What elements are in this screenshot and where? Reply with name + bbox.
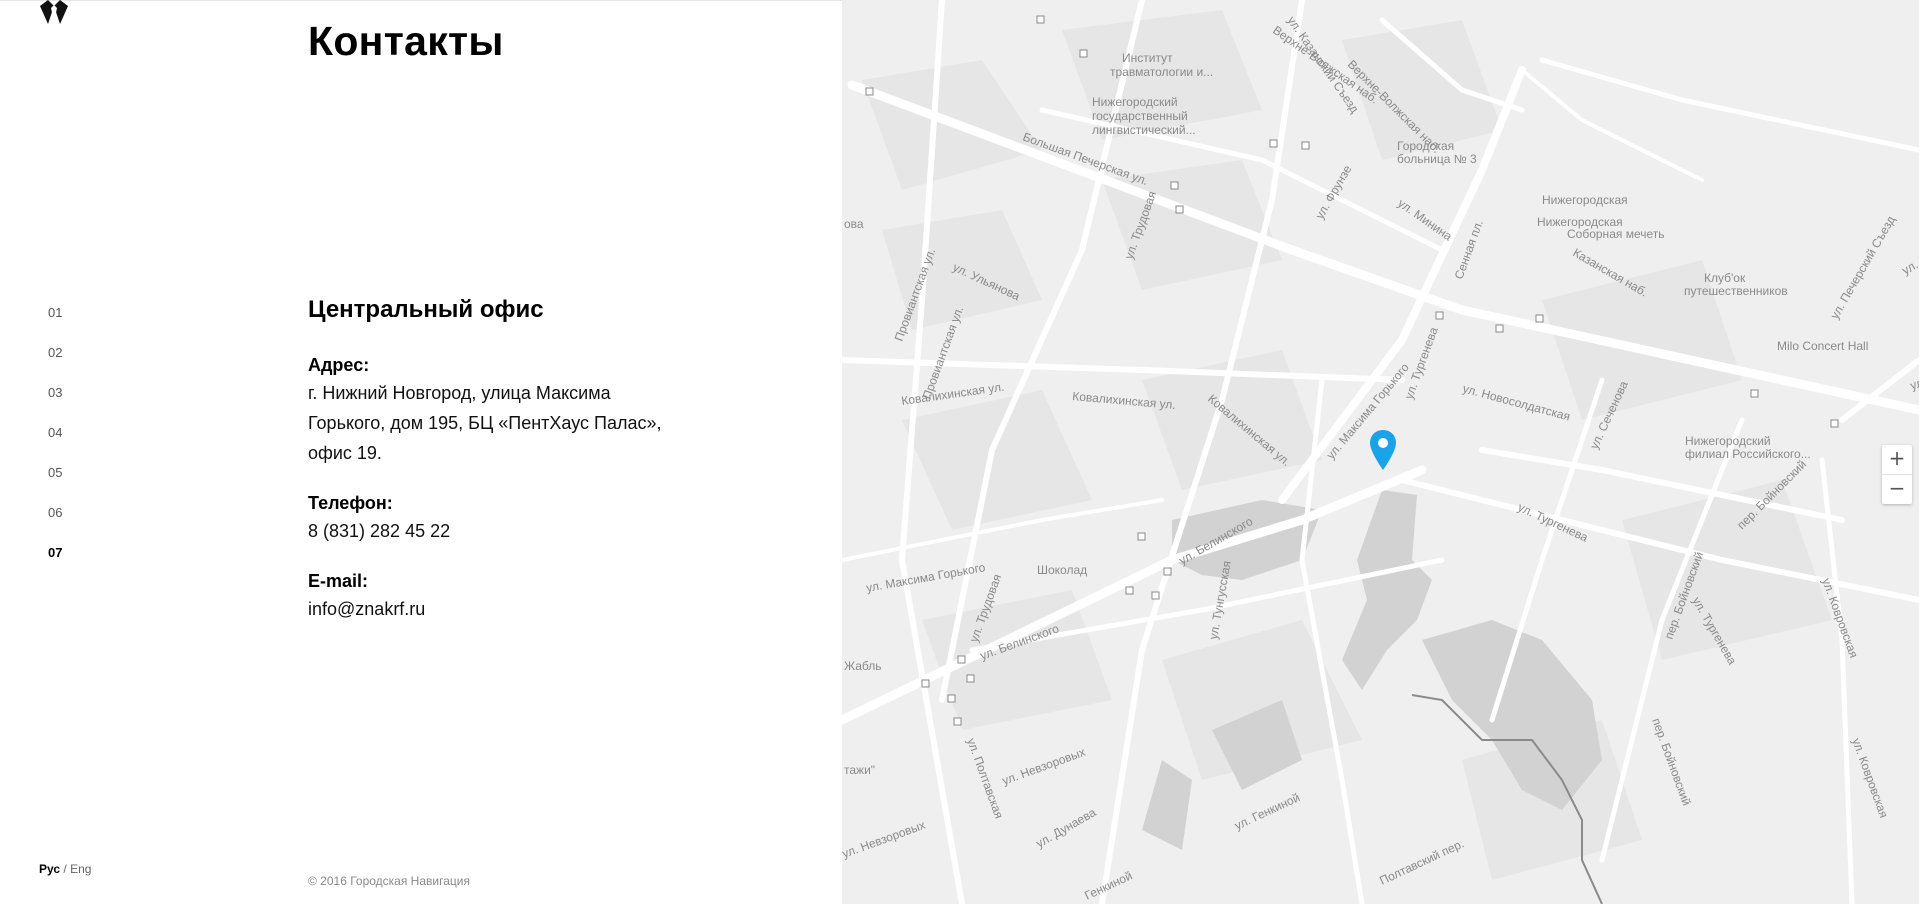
lang-ru[interactable]: Рус [39, 862, 60, 876]
address-label: Адрес: [308, 355, 370, 375]
logo-icon[interactable] [38, 0, 70, 26]
map-street-label: Соборная мечеть [1567, 227, 1665, 241]
map-street-label: Жабль [844, 659, 881, 673]
section-nav-item-04[interactable]: 04 [48, 420, 62, 460]
phone-label: Телефон: [308, 493, 393, 513]
map-street-label: Milo Concert Hall [1777, 339, 1868, 353]
section-nav-item-01[interactable]: 01 [48, 300, 62, 340]
map-street-label: травматологии и... [1110, 65, 1213, 79]
section-nav-item-07[interactable]: 07 [48, 540, 62, 580]
map-street-label: Шоколад [1037, 563, 1087, 577]
zoom-out-button[interactable]: − [1882, 475, 1912, 504]
map-street-label: филиал Российского... [1685, 447, 1811, 461]
map-street-label: ова [844, 217, 864, 231]
language-switcher: Рус / Eng [39, 862, 91, 876]
office-info: Центральный офис Адрес: г. Нижний Новгор… [308, 296, 708, 646]
page-title: Контакты [308, 18, 504, 64]
email-link[interactable]: info@znakrf.ru [308, 599, 425, 619]
map[interactable]: ул. Казанский Съезд Верхне-Волжская наб. И… [842, 0, 1919, 904]
address-line: офис 19. [308, 443, 382, 463]
zoom-in-button[interactable]: + [1882, 445, 1912, 474]
address-line: Горького, дом 195, БЦ «ПентХаус Палас», [308, 413, 662, 433]
map-street-label: Институт [1122, 51, 1173, 65]
phone-block: Телефон: 8 (831) 282 45 22 [308, 490, 708, 546]
map-street-label: тажи" [844, 763, 875, 777]
map-street-label: лингвистический... [1092, 123, 1196, 137]
map-street-label: больница № 3 [1397, 152, 1477, 166]
address-line: г. Нижний Новгород, улица Максима [308, 383, 611, 403]
location-pin-icon[interactable] [1366, 428, 1400, 472]
map-street-label: Нижегородский [1685, 434, 1771, 448]
map-street-label: государственный [1092, 109, 1188, 123]
section-nav: 01 02 03 04 05 06 07 [48, 300, 62, 580]
map-street-label: Нижегородская [1542, 193, 1628, 207]
email-block: E-mail: info@znakrf.ru [308, 568, 708, 624]
section-nav-item-06[interactable]: 06 [48, 500, 62, 540]
map-street-label: Городская [1397, 139, 1454, 153]
copyright: © 2016 Городская Навигация [308, 874, 470, 888]
section-nav-item-05[interactable]: 05 [48, 460, 62, 500]
section-nav-item-02[interactable]: 02 [48, 340, 62, 380]
lang-en[interactable]: Eng [70, 862, 91, 876]
map-street-label: Нижегородский [1092, 95, 1178, 109]
lang-separator: / [60, 862, 71, 876]
zoom-controls: + − [1882, 445, 1912, 504]
email-label: E-mail: [308, 571, 369, 591]
phone-value[interactable]: 8 (831) 282 45 22 [308, 516, 708, 546]
section-nav-item-03[interactable]: 03 [48, 380, 62, 420]
office-title: Центральный офис [308, 296, 544, 323]
map-street-label: путешественников [1684, 284, 1788, 298]
address-block: Адрес: г. Нижний Новгород, улица Максима… [308, 352, 708, 468]
map-street-label: Клуб'ок [1704, 271, 1746, 285]
